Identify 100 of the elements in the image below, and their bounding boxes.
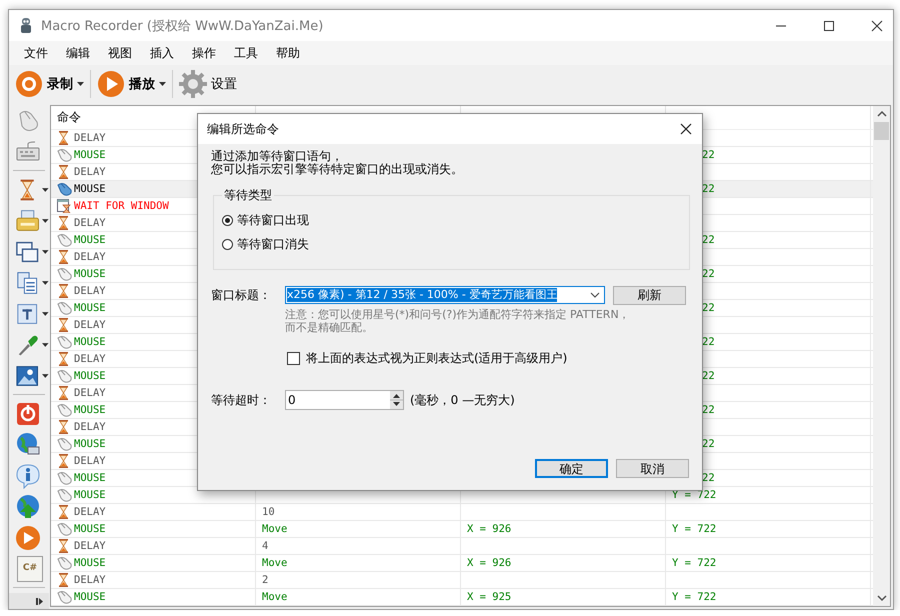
scroll-thumb[interactable] [874,122,889,140]
command-text: DELAY [74,285,106,297]
settings-button[interactable]: 设置 [175,67,241,101]
intro-text: 通过添加等待窗口语句， [211,150,344,163]
code-file-icon[interactable]: C# [17,556,43,582]
table-cell: X = 925 [467,591,512,603]
table-cell: X = 926 [467,557,512,569]
scroll-up-icon[interactable] [876,110,886,118]
command-text: MOUSE [74,149,106,161]
command-text: MOUSE [74,591,106,603]
radio-button[interactable] [222,239,233,250]
spin-arrows-icon[interactable] [390,391,403,409]
table-cell: Move [262,557,288,569]
table-row[interactable]: DELAY 4 [51,538,873,555]
table-cell: Y = 722 [672,523,716,535]
command-text: MOUSE [74,472,106,484]
checkbox[interactable] [287,352,300,365]
menu-item[interactable]: 操作 [183,44,225,62]
table-row[interactable]: MOUSE Move X = 925 Y = 722 [51,589,873,606]
power-icon[interactable] [15,400,41,426]
record-button[interactable]: 录制 [11,67,88,101]
field-label: 窗口标题： [211,286,272,304]
maximize-icon[interactable] [823,20,835,32]
caret-icon[interactable] [42,312,49,316]
menu-item[interactable]: 视图 [99,44,141,62]
info-icon[interactable] [15,462,41,488]
dialog-button[interactable]: 取消 [616,459,689,478]
close-icon[interactable] [871,20,883,32]
menu-item[interactable]: 工具 [225,44,267,62]
table-cell: 10 [262,506,275,518]
table-cell-text: 22 [701,302,715,314]
menu-item[interactable]: 文件 [15,44,57,62]
mouse-icon [57,522,72,536]
scroll-down-icon[interactable] [876,594,886,602]
scrollbar[interactable] [873,106,890,606]
command-text: MOUSE [74,404,106,416]
table-cell: Y = 722 [672,557,716,569]
caret-icon[interactable] [42,280,49,284]
command-text: DELAY [74,217,106,229]
menu-item[interactable]: 插入 [141,44,183,62]
radio-button[interactable] [222,215,233,226]
documents-icon[interactable] [15,270,40,296]
mouse-icon [57,182,72,196]
table-cell-text: 22 [701,472,715,484]
command-text: DELAY [74,251,106,263]
caret-icon[interactable] [42,218,49,222]
command-text: DELAY [74,319,106,331]
command-text: WAIT FOR WINDOW [74,200,169,212]
table-row[interactable]: MOUSE Move X = 926 Y = 722 [51,521,873,538]
table-cell-text: 22 [701,234,715,246]
table-cell: Move [262,523,288,535]
mouse-icon [57,590,72,604]
menu-item[interactable]: 编辑 [57,44,99,62]
table-cell-text: 22 [701,404,715,416]
table-cell: Y = 722 [672,591,716,603]
caret-icon[interactable] [42,342,49,346]
dialog-button[interactable]: 确定 [535,459,608,478]
window-hourglass-icon [57,199,72,213]
play-icon[interactable] [15,524,41,550]
caret-icon [77,82,84,86]
close-icon[interactable] [680,123,692,135]
expand-icon[interactable] [36,596,43,606]
timeout-hint: (毫秒，0 —无穷大) [410,392,515,408]
command-text: MOUSE [74,302,106,314]
table-cell-text: 22 [701,268,715,280]
window-title-combobox[interactable]: x256 像素) - 第12 / 35张 - 100% - 爱奇艺万能看图王 [285,286,605,304]
caret-icon [159,82,166,86]
command-text: MOUSE [74,438,106,450]
command-text: DELAY [74,387,106,399]
refresh-button[interactable]: 刷新 [613,286,686,304]
radio-label[interactable]: 等待窗口消失 [237,236,309,253]
dialog-title: 编辑所选命令 [207,120,279,138]
caret-icon[interactable] [42,250,49,254]
command-text: MOUSE [74,489,106,501]
note-text: 注意：您可以使用星号(*)和问号(?)作为通配符字符来指定 PATTERN， [285,308,631,321]
checkbox-label[interactable]: 将上面的表达式视为正则表达式(适用于高级用户) [306,350,568,367]
intro-text: 您可以指示宏引擎等待特定窗口的出现或消失。 [211,163,464,176]
globe-computer-icon[interactable] [15,432,41,458]
command-text: MOUSE [74,523,106,535]
window-title: Macro Recorder (授权给 WwW.DaYanZai.Me) [41,18,324,34]
chevron-down-icon[interactable] [590,292,600,298]
table-cell: X = 926 [467,523,512,535]
command-text: MOUSE [74,557,106,569]
column-header[interactable]: 命令 [57,109,81,126]
menu-item[interactable]: 帮助 [267,44,309,62]
caret-icon[interactable] [42,374,49,378]
table-row[interactable]: DELAY 2 [51,572,873,589]
note-text: 而不是精确匹配。 [285,321,374,334]
table-row[interactable]: DELAY 10 [51,504,873,521]
table-cell-text: 22 [701,183,715,195]
play-button[interactable]: 播放 [93,67,170,101]
radio-label[interactable]: 等待窗口出现 [237,212,309,229]
gear-icon [179,70,207,98]
table-row[interactable]: MOUSE Move X = 926 Y = 722 [51,555,873,572]
table-cell: 2 [262,574,268,586]
command-text: DELAY [74,353,106,365]
record-icon [15,70,43,98]
play-icon [97,70,125,98]
timeout-spinner[interactable]: 0 [285,390,404,410]
caret-icon[interactable] [42,188,49,192]
